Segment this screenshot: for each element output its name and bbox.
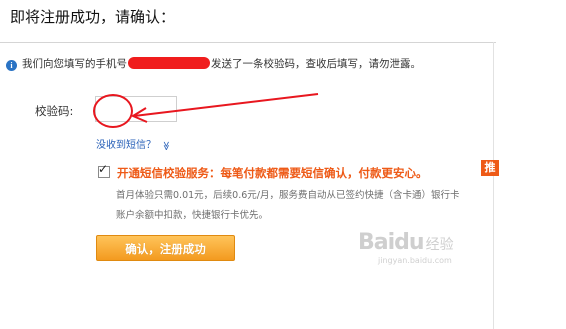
info-icon: i	[6, 60, 17, 71]
notice-prefix: 我们向您填写的手机号	[22, 58, 127, 70]
redaction-mark	[128, 57, 210, 69]
sms-service-checkbox[interactable]: ✓	[98, 162, 110, 178]
watermark-word: 经验	[425, 237, 454, 253]
verification-code-label: 校验码:	[35, 104, 74, 118]
page-title: 即将注册成功，请确认：	[10, 8, 176, 26]
watermark-url: jingyan.baidu.com	[378, 256, 452, 265]
recommend-badge: 推	[481, 160, 499, 176]
verification-code-input[interactable]	[95, 96, 177, 122]
resend-sms-link[interactable]: 没收到短信？ ≫	[96, 136, 171, 151]
sms-service-label: 开通短信校验服务：每笔付款都需要短信确认，付款更安心。	[117, 166, 428, 180]
sms-sent-notice: i 我们向您填写的手机号 发送了一条校验码，查收后填写，请勿泄露。	[6, 56, 421, 71]
chevron-down-icon: ≫	[160, 141, 171, 151]
sms-service-row: ✓ 开通短信校验服务：每笔付款都需要短信确认，付款更安心。	[98, 162, 428, 181]
notice-suffix: 发送了一条校验码，查收后填写，请勿泄露。	[211, 58, 421, 70]
confirm-register-button[interactable]: 确认，注册成功	[96, 235, 235, 261]
watermark-logo: Baidu	[358, 230, 425, 255]
panel-right-border	[493, 42, 494, 329]
check-icon: ✓	[98, 162, 109, 176]
sms-fee-note-line1: 首月体验只需0.01元，后续0.6元/月，服务费自动从已签约快捷（含卡通）银行卡	[116, 190, 460, 201]
sms-fee-note-line2: 账户余额中扣款，快捷银行卡优先。	[116, 210, 269, 221]
baidu-watermark: Baidu 经验	[358, 230, 454, 255]
header-divider	[0, 42, 496, 43]
resend-sms-label: 没收到短信？	[96, 140, 156, 151]
